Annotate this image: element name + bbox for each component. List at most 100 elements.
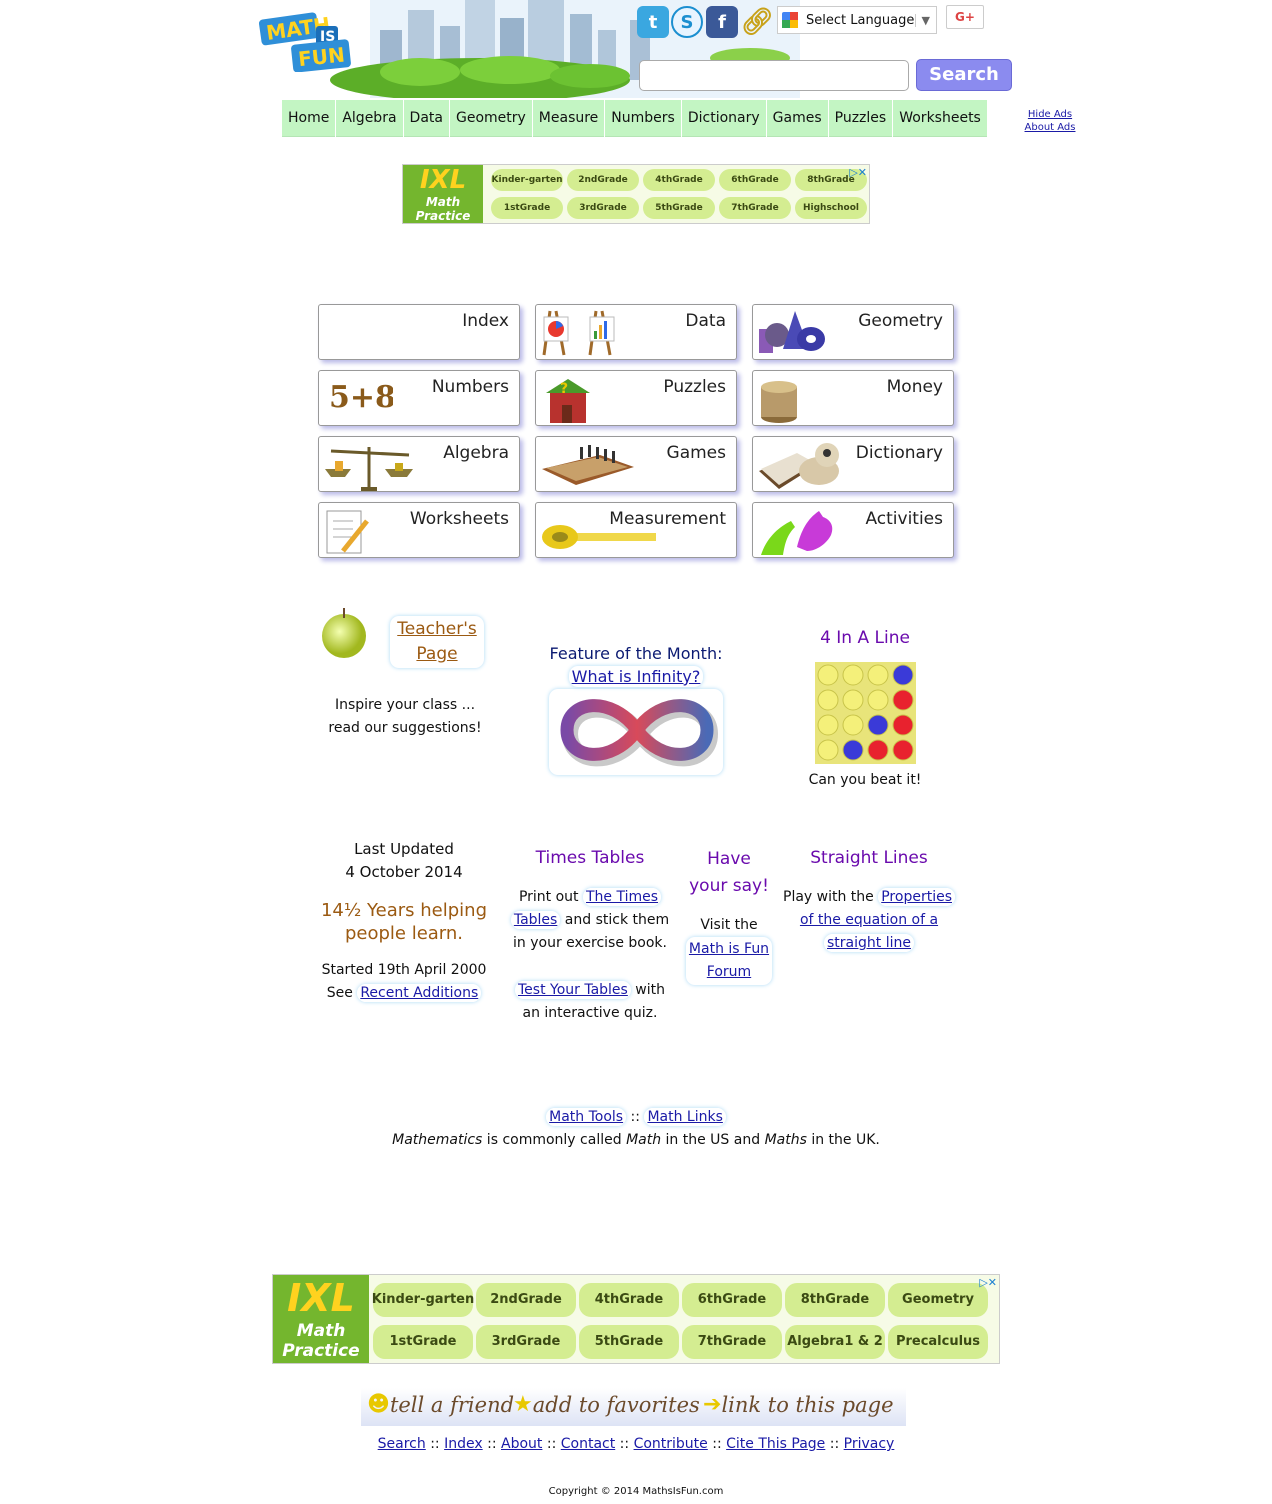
ad-grade-pill[interactable]: 7th Grade <box>719 197 791 219</box>
math-tools-link[interactable]: Math Tools <box>546 1108 627 1126</box>
footer-share-bar: ☻ tell a friend ★ add to favorites ➔ lin… <box>361 1388 906 1426</box>
about-ads-link[interactable]: About Ads <box>1020 121 1080 134</box>
category-label: Data <box>685 311 726 331</box>
straight-lines-title: Straight Lines <box>810 848 928 868</box>
ixl-ad-top[interactable]: IXL Math Practice Kinder-garten 2nd Grade 4… <box>402 164 870 224</box>
category-games[interactable]: Games <box>535 436 737 492</box>
ad-grade-pill[interactable]: 2nd Grade <box>476 1283 576 1317</box>
nav-measure[interactable]: Measure <box>532 100 605 137</box>
ad-grade-pill[interactable]: 5th Grade <box>579 1325 679 1359</box>
nav-dictionary[interactable]: Dictionary <box>681 100 766 137</box>
add-favorites-button[interactable]: ★ add to favorites <box>513 1392 700 1417</box>
svg-text:5+8: 5+8 <box>329 380 393 415</box>
ad-grade-pill[interactable]: 7th Grade <box>682 1325 782 1359</box>
test-your-tables-link[interactable]: Test Your Tables <box>514 981 631 999</box>
category-puzzles[interactable]: ? Puzzles <box>535 370 737 426</box>
ad-close-icon[interactable]: ▷✕ <box>979 1276 997 1289</box>
category-geometry[interactable]: Geometry <box>752 304 954 360</box>
nav-geometry[interactable]: Geometry <box>449 100 532 137</box>
ad-grade-pill[interactable]: 3rd Grade <box>567 197 639 219</box>
ad-grade-pill[interactable]: 4th Grade <box>643 169 715 191</box>
category-numbers[interactable]: 5+8 Numbers <box>318 370 520 426</box>
chevron-down-icon: ▼ <box>914 13 930 27</box>
star-icon: ★ <box>513 1392 533 1417</box>
four-in-line-board[interactable] <box>814 662 916 764</box>
teacher-text: Inspire your class ... read our suggesti… <box>328 697 482 736</box>
ixl-ad-bottom[interactable]: IXL Math Practice Kinder-garten 2nd Grade 4… <box>272 1274 1000 1364</box>
math-links-link[interactable]: Math Links <box>644 1108 726 1126</box>
straight-line-link-2[interactable]: of the equation of a <box>776 909 962 932</box>
link-page-button[interactable]: ➔ link to this page <box>703 1392 894 1417</box>
board-disc <box>892 689 913 711</box>
footer-contribute-link[interactable]: Contribute <box>634 1436 708 1452</box>
footer-contact-link[interactable]: Contact <box>561 1436 615 1452</box>
tell-friend-button[interactable]: ☻ tell a friend <box>367 1392 514 1417</box>
footer-about-link[interactable]: About <box>501 1436 542 1452</box>
footer-privacy-link[interactable]: Privacy <box>844 1436 895 1452</box>
category-worksheets[interactable]: Worksheets <box>318 502 520 558</box>
nav-numbers[interactable]: Numbers <box>605 100 681 137</box>
infinity-link[interactable]: What is Infinity? <box>568 666 704 687</box>
nav-games[interactable]: Games <box>766 100 828 137</box>
straight-line-link[interactable]: Properties <box>878 888 955 906</box>
times-tables-link[interactable]: The Times <box>583 888 662 906</box>
category-activities[interactable]: Activities <box>752 502 954 558</box>
games-icon <box>540 441 636 493</box>
data-icon <box>540 309 620 361</box>
stumbleupon-icon[interactable]: S <box>671 6 703 38</box>
ad-grade-pill[interactable]: Kinder-garten <box>491 169 563 191</box>
ad-grade-pill[interactable]: 8th Grade <box>785 1283 885 1317</box>
twitter-icon[interactable]: t <box>637 6 669 38</box>
ad-grade-pill[interactable]: 1st Grade <box>491 197 563 219</box>
infinity-image[interactable] <box>549 689 723 775</box>
nav-data[interactable]: Data <box>403 100 449 137</box>
ad-grade-pill[interactable]: 1st Grade <box>373 1325 473 1359</box>
facebook-icon[interactable]: f <box>706 6 738 38</box>
search-button[interactable]: Search <box>916 59 1012 91</box>
category-index[interactable]: Index <box>318 304 520 360</box>
ad-grade-pill[interactable]: High school <box>795 197 867 219</box>
ad-grade-pill[interactable]: 6th Grade <box>719 169 791 191</box>
recent-additions-link[interactable]: Recent Additions <box>357 984 482 1002</box>
times-tables-link-2[interactable]: Tables <box>510 911 561 929</box>
times-tables-title: Times Tables <box>535 848 645 868</box>
ad-grade-pill[interactable]: Kinder-garten <box>372 1283 474 1317</box>
nav-home[interactable]: Home <box>282 100 336 137</box>
mathisfun-logo[interactable]: MATH IS FUN <box>258 6 354 73</box>
forum-link[interactable]: Math is Fun Forum <box>685 937 773 985</box>
search-input[interactable] <box>639 60 909 91</box>
ad-grade-pill[interactable]: Precalculus <box>888 1325 988 1359</box>
google-plus-button[interactable]: G+ <box>946 5 984 29</box>
ad-grade-pill[interactable]: Geometry <box>888 1283 988 1317</box>
straight-line-link-3[interactable]: straight line <box>824 934 914 952</box>
link-icon[interactable]: 🔗︎ <box>741 6 774 38</box>
ad-grade-pill[interactable]: 6th Grade <box>682 1283 782 1317</box>
category-label: Measurement <box>609 509 726 529</box>
board-disc <box>842 689 863 711</box>
ad-close-icon[interactable]: ▷✕ <box>849 166 867 179</box>
apple-icon <box>322 608 366 658</box>
language-select[interactable]: Select Language ▼ <box>777 6 937 34</box>
teacher-page-link[interactable]: Teacher's Page <box>390 616 484 668</box>
hide-ads-link[interactable]: Hide Ads <box>1020 108 1080 121</box>
ad-grade-pill[interactable]: 2nd Grade <box>567 169 639 191</box>
category-money[interactable]: Money <box>752 370 954 426</box>
board-disc <box>867 689 888 711</box>
category-data[interactable]: Data <box>535 304 737 360</box>
ad-grade-pill[interactable]: 4th Grade <box>579 1283 679 1317</box>
category-algebra[interactable]: Algebra <box>318 436 520 492</box>
nav-algebra[interactable]: Algebra <box>336 100 403 137</box>
nav-worksheets[interactable]: Worksheets <box>893 100 987 137</box>
footer-search-link[interactable]: Search <box>378 1436 426 1452</box>
language-label: Select Language <box>806 12 915 28</box>
nav-puzzles[interactable]: Puzzles <box>828 100 893 137</box>
ad-grade-pill[interactable]: Algebra 1 & 2 <box>785 1325 885 1359</box>
have-say-title: Have your say! <box>689 849 769 896</box>
footer-index-link[interactable]: Index <box>444 1436 483 1452</box>
footer-cite-link[interactable]: Cite This Page <box>726 1436 825 1452</box>
category-dictionary[interactable]: Dictionary <box>752 436 954 492</box>
category-measurement[interactable]: Measurement <box>535 502 737 558</box>
category-label: Algebra <box>443 443 509 463</box>
ad-grade-pill[interactable]: 5th Grade <box>643 197 715 219</box>
ad-grade-pill[interactable]: 3rd Grade <box>476 1325 576 1359</box>
